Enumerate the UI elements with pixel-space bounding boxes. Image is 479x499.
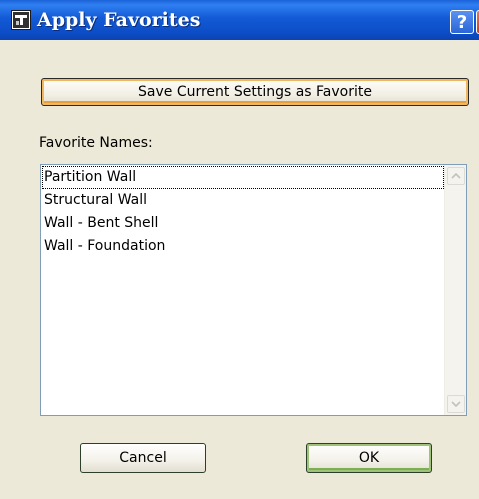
favorite-names-label: Favorite Names: <box>39 135 153 151</box>
favorites-wall-icon <box>11 10 31 30</box>
save-current-settings-button[interactable]: Save Current Settings as Favorite <box>41 78 469 106</box>
ok-button[interactable]: OK <box>306 443 432 473</box>
list-scrollbar[interactable] <box>444 165 466 415</box>
list-item-partition-wall[interactable]: Partition Wall <box>42 166 444 189</box>
favorites-list-items: Partition Wall Structural Wall Wall - Be… <box>42 166 444 258</box>
scroll-down-arrow-icon[interactable] <box>447 395 465 413</box>
apply-favorites-dialog: Apply Favorites ? ✕ Save Current Setting… <box>0 0 479 499</box>
list-item-structural-wall[interactable]: Structural Wall <box>42 189 444 212</box>
list-item-wall-bent-shell[interactable]: Wall - Bent Shell <box>42 212 444 235</box>
scroll-up-arrow-icon[interactable] <box>447 167 465 185</box>
favorites-list[interactable]: Partition Wall Structural Wall Wall - Be… <box>40 164 467 416</box>
title-bar[interactable]: Apply Favorites ? ✕ <box>0 0 479 40</box>
window-title: Apply Favorites <box>37 9 201 31</box>
list-item-wall-foundation[interactable]: Wall - Foundation <box>42 235 444 258</box>
help-icon[interactable]: ? <box>450 10 474 34</box>
cancel-button[interactable]: Cancel <box>80 443 206 473</box>
